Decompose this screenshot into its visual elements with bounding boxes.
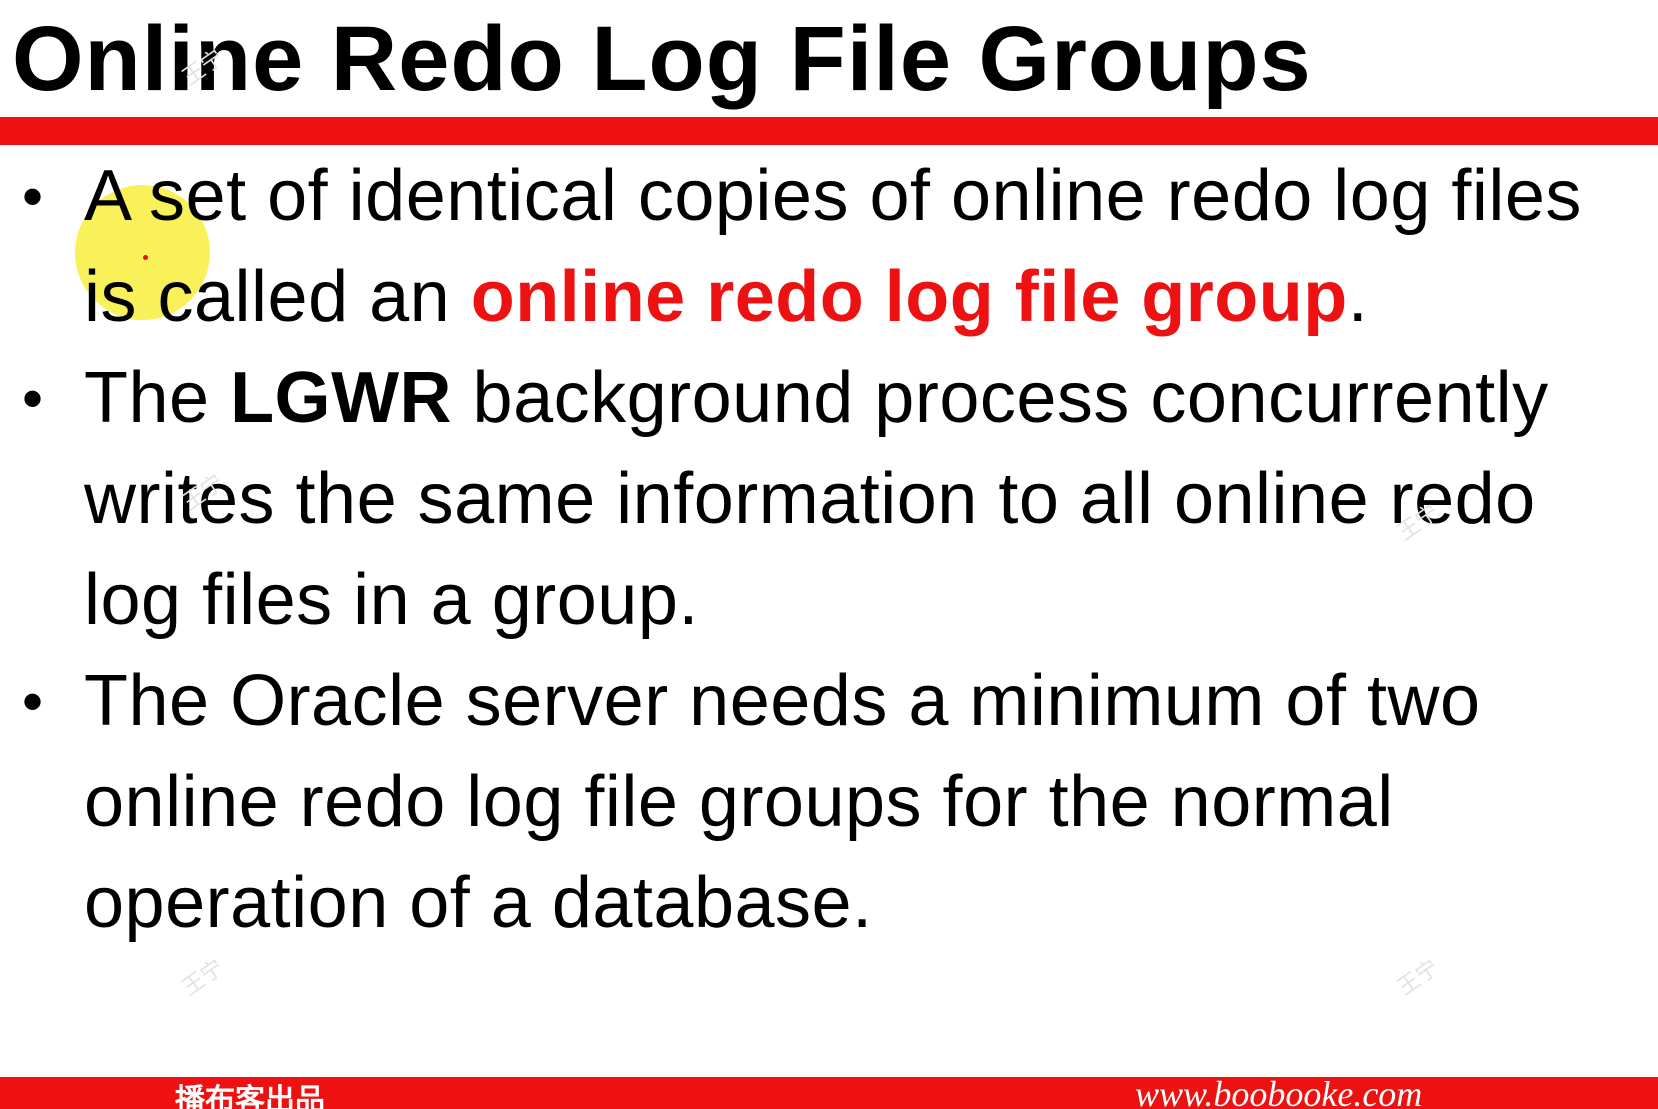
title-divider [0,117,1658,145]
bullet-1-emphasis: online redo log file group [470,257,1348,337]
bullet-list: A set of identical copies of online redo… [0,146,1658,954]
footer-brand: 播布客出品 [175,1083,325,1109]
bullet-2-text: The [84,358,231,438]
footer-website: www.boobooke.com [1135,1077,1423,1109]
bullet-item-2: The LGWR background process concurrently… [0,348,1658,651]
bullet-2-emphasis: LGWR [230,358,453,438]
bullet-item-1: A set of identical copies of online redo… [0,146,1658,348]
watermark: 王宁 [1393,955,1444,1001]
watermark: 王宁 [178,955,229,1001]
footer-bar: 播布客出品 www.boobooke.com [0,1077,1658,1109]
bullet-item-3: The Oracle server needs a minimum of two… [0,651,1658,954]
bullet-3-text: The Oracle server needs a minimum of two… [84,661,1481,943]
bullet-1-end: . [1347,257,1369,337]
